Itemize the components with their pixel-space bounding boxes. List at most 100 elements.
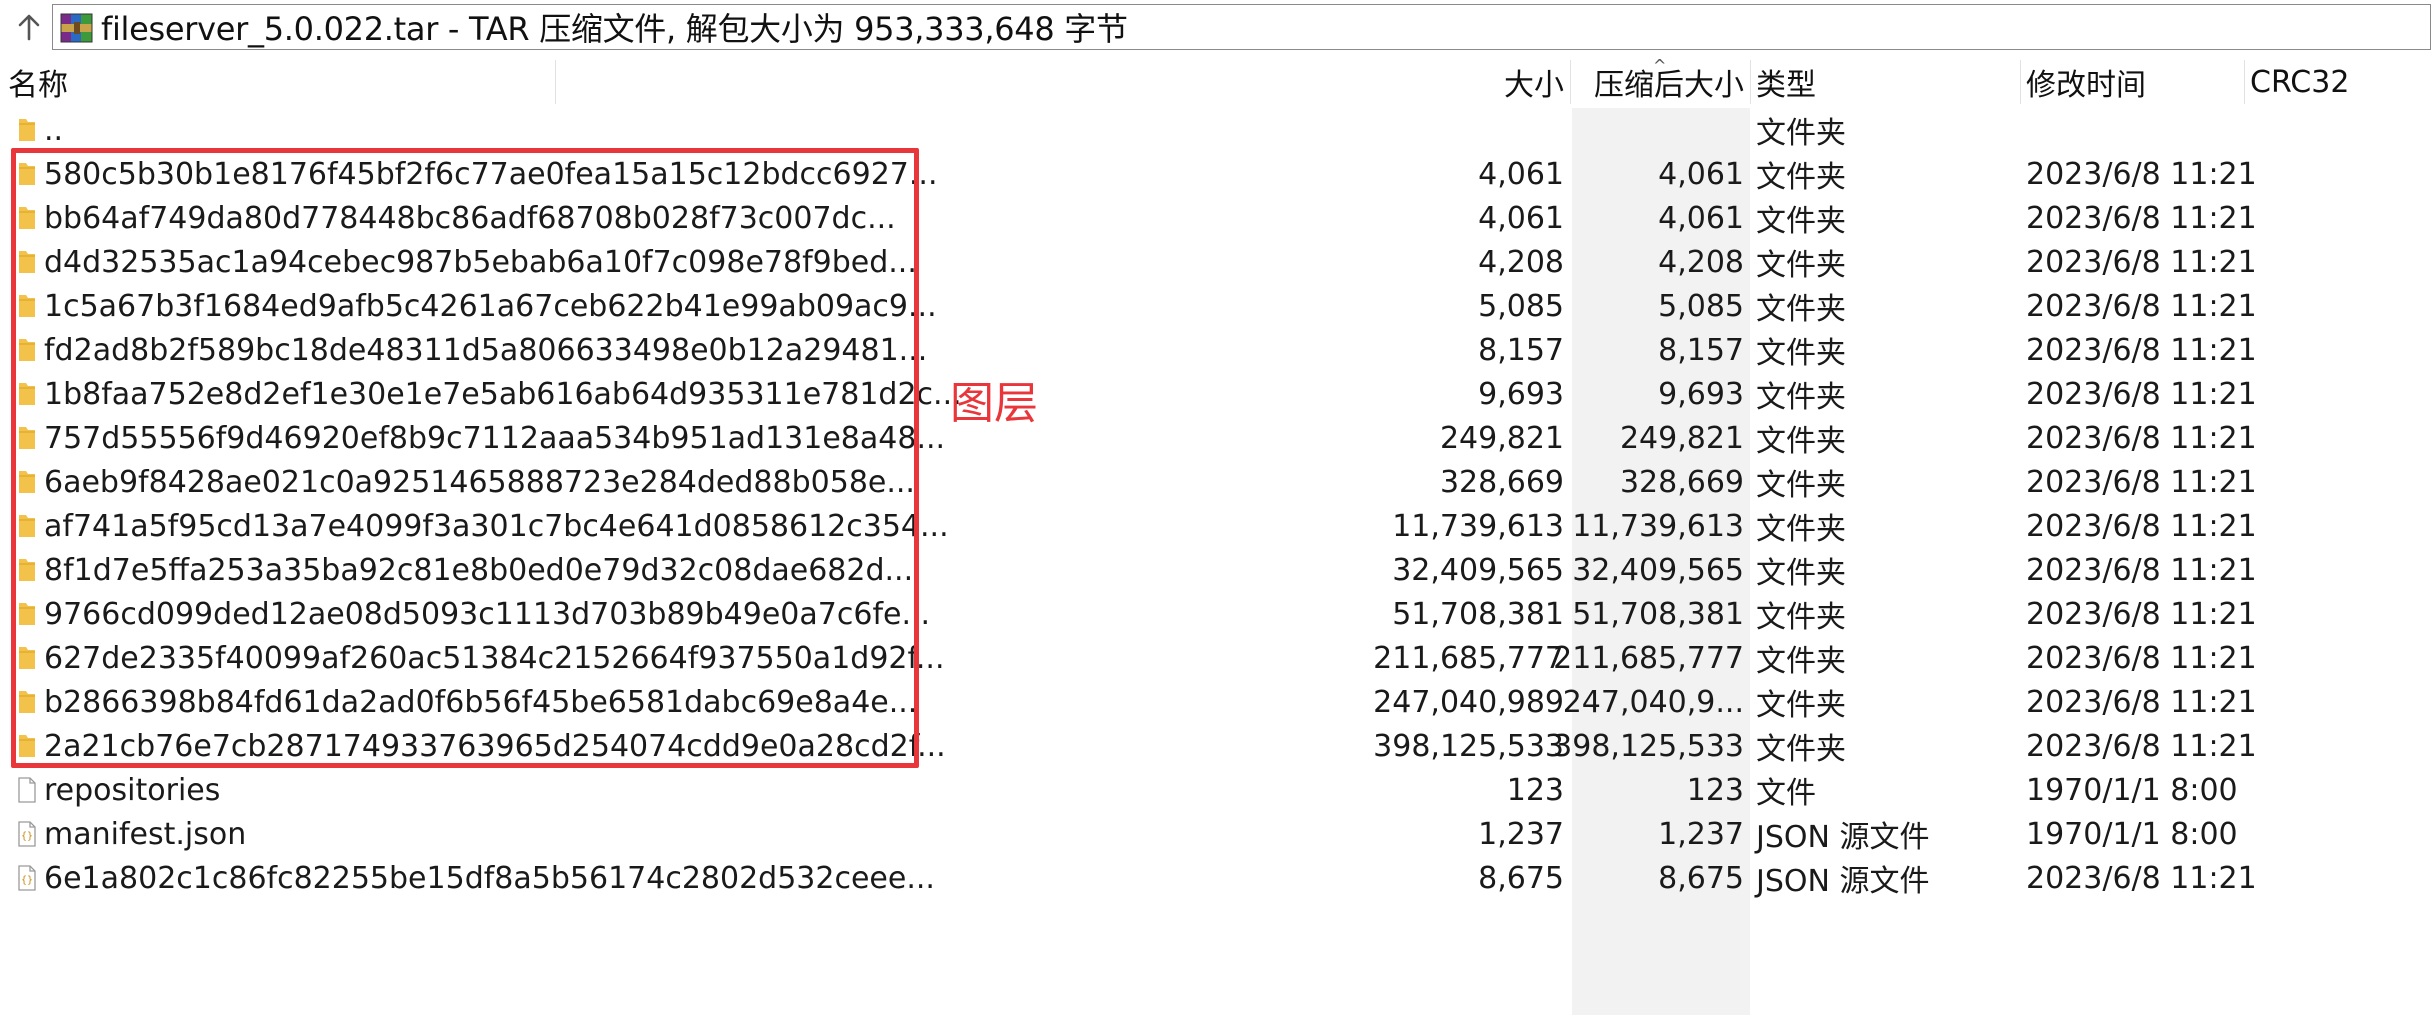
item-crc [2250,152,2430,196]
item-size: 11,739,613 [1392,508,1564,544]
item-name: 627de2335f40099af260ac51384c2152664f9375… [44,640,945,676]
folder-icon [10,152,44,196]
folder-icon [10,240,44,284]
item-type: 文件夹 [1756,556,1846,591]
item-size [1240,108,1564,152]
item-name: 757d55556f9d46920ef8b9c7112aaa534b951ad1… [44,420,946,456]
column-divider[interactable] [1750,60,1751,104]
list-item[interactable]: 9766cd099ded12ae08d5093c1113d703b89b49e0… [0,592,2435,636]
item-modified [2026,108,2246,152]
item-type: 文件 [1756,776,1816,811]
item-name: 1b8faa752e8d2ef1e30e1e7e5ab616ab64d93531… [44,376,962,412]
json-file-icon: {} [10,812,44,856]
item-crc [2250,812,2430,856]
column-divider[interactable] [1570,60,1571,104]
folder-icon [10,196,44,240]
list-item[interactable]: {} 6e1a802c1c86fc82255be15df8a5b56174c280… [0,856,2435,900]
item-name: bb64af749da80d778448bc86adf68708b028f73c… [44,200,896,236]
up-folder-button[interactable] [6,4,52,50]
list-item[interactable]: 6aeb9f8428ae021c0a9251465888723e284ded88… [0,460,2435,504]
list-item[interactable]: 1c5a67b3f1684ed9afb5c4261a67ceb622b41e99… [0,284,2435,328]
item-crc [2250,724,2430,768]
item-packed-size: 4,061 [1658,156,1744,192]
item-packed-size: 51,708,381 [1572,596,1744,632]
list-item[interactable]: bb64af749da80d778448bc86adf68708b028f73c… [0,196,2435,240]
item-size: 123 [1506,772,1564,808]
item-type: 文件夹 [1756,424,1846,459]
column-header-type[interactable]: 类型 [1756,56,2016,108]
column-divider[interactable] [2020,60,2021,104]
item-packed-size: 1,237 [1658,816,1744,852]
folder-icon [10,372,44,416]
item-packed-size: 5,085 [1658,288,1744,324]
column-divider[interactable] [2244,60,2245,104]
column-divider[interactable] [555,60,556,104]
list-item[interactable]: 757d55556f9d46920ef8b9c7112aaa534b951ad1… [0,416,2435,460]
item-size: 4,208 [1478,244,1564,280]
item-size: 328,669 [1439,464,1564,500]
item-modified: 2023/6/8 11:21 [2026,596,2257,632]
list-item[interactable]: d4d32535ac1a94cebec987b5ebab6a10f7c098e7… [0,240,2435,284]
item-crc [2250,680,2430,724]
item-name: b2866398b84fd61da2ad0f6b56f45be6581dabc6… [44,684,918,720]
folder-icon [10,284,44,328]
item-packed-size: 249,821 [1619,420,1744,456]
folder-icon [10,548,44,592]
list-item[interactable]: b2866398b84fd61da2ad0f6b56f45be6581dabc6… [0,680,2435,724]
item-type: 文件夹 [1756,160,1846,195]
item-packed-size: 211,685,777 [1553,640,1744,676]
item-packed-size: 398,125,533 [1553,728,1744,764]
svg-text:{}: {} [21,875,33,886]
folder-icon [10,416,44,460]
item-packed-size: 32,409,565 [1572,552,1744,588]
item-crc [2250,768,2430,812]
list-item[interactable]: fd2ad8b2f589bc18de48311d5a806633498e0b12… [0,328,2435,372]
item-modified: 2023/6/8 11:21 [2026,640,2257,676]
item-crc [2250,372,2430,416]
item-name: 8f1d7e5ffa253a35ba92c81e8b0ed0e79d32c08d… [44,552,914,588]
item-modified: 2023/6/8 11:21 [2026,508,2257,544]
item-crc [2250,328,2430,372]
column-header-name[interactable]: 名称 [8,56,548,108]
item-size: 8,675 [1478,860,1564,896]
column-header-crc[interactable]: CRC32 [2250,56,2430,108]
item-size: 9,693 [1478,376,1564,412]
item-modified: 2023/6/8 11:21 [2026,420,2257,456]
list-item[interactable]: 1b8faa752e8d2ef1e30e1e7e5ab616ab64d93531… [0,372,2435,416]
item-modified: 2023/6/8 11:21 [2026,860,2257,896]
list-item[interactable]: 627de2335f40099af260ac51384c2152664f9375… [0,636,2435,680]
item-name: 2a21cb76e7cb287174933763965d254074cdd9e0… [44,728,946,764]
item-name: af741a5f95cd13a7e4099f3a301c7bc4e641d085… [44,508,949,544]
list-item[interactable]: 8f1d7e5ffa253a35ba92c81e8b0ed0e79d32c08d… [0,548,2435,592]
item-type: 文件夹 [1756,116,1846,151]
item-packed-size: 8,675 [1658,860,1744,896]
item-size: 8,157 [1478,332,1564,368]
item-modified: 2023/6/8 11:21 [2026,332,2257,368]
folder-icon [10,636,44,680]
item-name: 9766cd099ded12ae08d5093c1113d703b89b49e0… [44,596,931,632]
item-modified: 2023/6/8 11:21 [2026,728,2257,764]
list-item[interactable]: .. 文件夹 [0,108,2435,152]
item-modified: 2023/6/8 11:21 [2026,244,2257,280]
list-item[interactable]: {} manifest.json 1,237 1,237 JSON 源文件 1970/1/… [0,812,2435,856]
list-item[interactable]: af741a5f95cd13a7e4099f3a301c7bc4e641d085… [0,504,2435,548]
list-item[interactable]: repositories 123 123 文件 1970/1/1 8:00 [0,768,2435,812]
item-size: 211,685,777 [1373,640,1564,676]
item-size: 4,061 [1478,200,1564,236]
folder-icon [10,504,44,548]
path-field[interactable]: fileserver_5.0.022.tar - TAR 压缩文件, 解包大小为… [52,4,2431,50]
item-size: 51,708,381 [1392,596,1564,632]
item-type: 文件夹 [1756,600,1846,635]
list-item[interactable]: 2a21cb76e7cb287174933763965d254074cdd9e0… [0,724,2435,768]
column-header-modified[interactable]: 修改时间 [2026,56,2246,108]
column-header-size[interactable]: 大小 [1300,56,1564,108]
item-name: fd2ad8b2f589bc18de48311d5a806633498e0b12… [44,332,928,368]
item-crc [2250,548,2430,592]
item-name: repositories [44,772,221,808]
item-size: 4,061 [1478,156,1564,192]
folder-icon [10,592,44,636]
folder-icon [10,680,44,724]
list-item[interactable]: 580c5b30b1e8176f45bf2f6c77ae0fea15a15c12… [0,152,2435,196]
item-type: 文件夹 [1756,292,1846,327]
sort-indicator-icon: ^ [1653,56,1667,75]
